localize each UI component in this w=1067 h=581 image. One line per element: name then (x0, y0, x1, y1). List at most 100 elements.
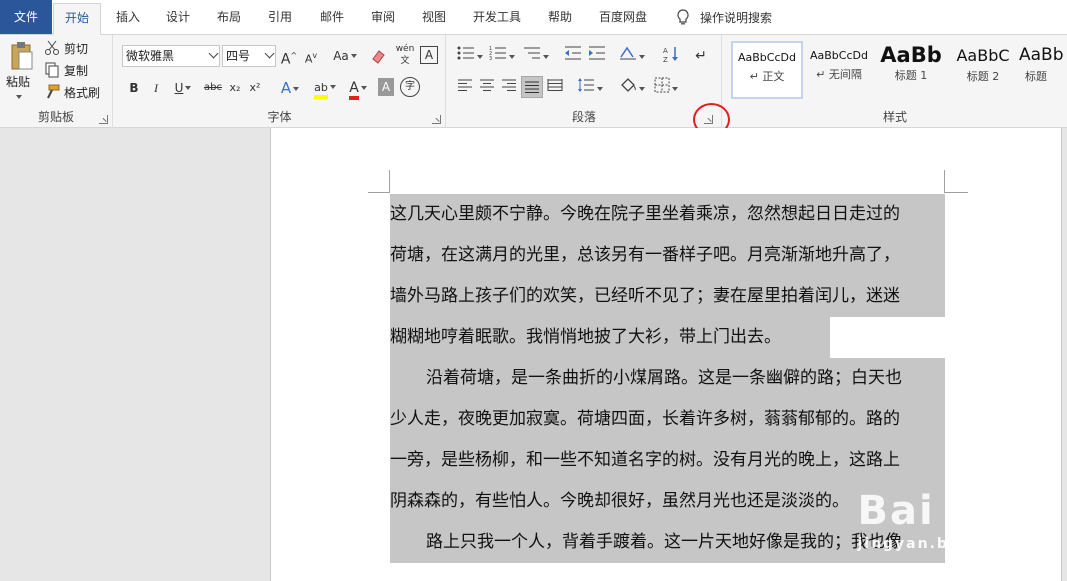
style-heading-1[interactable]: AaBb 标题 1 (875, 41, 947, 99)
character-border-button[interactable]: A (420, 46, 438, 64)
text-line: 少人走，夜晚更加寂寞。荷塘四面，长着许多树，蓊蓊郁郁的。路的 (390, 399, 945, 440)
ribbon-home: 粘贴 剪切 复制 格式刷 剪贴板 微软雅黑 四号 A^ Av Aa wén 文 A… (0, 35, 1067, 128)
line-spacing-button[interactable] (575, 77, 605, 99)
align-center-button[interactable] (477, 77, 497, 99)
change-case-icon: Aa (333, 49, 349, 63)
chinese-layout-button[interactable] (617, 45, 647, 67)
highlight-button[interactable]: ab (310, 77, 340, 99)
clear-formatting-icon[interactable] (370, 47, 388, 65)
format-painter-button[interactable]: 格式刷 (44, 83, 100, 103)
style-title[interactable]: AaBb 标题 (1019, 41, 1067, 99)
shrink-font-button[interactable]: Av (302, 45, 320, 67)
tab-design[interactable]: 设计 (156, 3, 200, 31)
style-sample: AaBb (880, 43, 942, 67)
style-no-spacing[interactable]: AaBbCcDd ↵ 无间隔 (803, 41, 875, 99)
font-color-button[interactable]: A (344, 77, 372, 100)
crop-mark (944, 170, 945, 192)
paste-button[interactable]: 粘贴 (6, 73, 30, 104)
crop-mark (368, 192, 390, 193)
change-case-button[interactable]: Aa (330, 45, 360, 67)
subscript-button[interactable]: x₂ (226, 77, 244, 99)
tab-references[interactable]: 引用 (258, 3, 302, 31)
tab-insert[interactable]: 插入 (106, 3, 150, 31)
tab-developer[interactable]: 开发工具 (464, 3, 530, 31)
shading-button[interactable] (617, 77, 647, 99)
format-painter-label: 格式刷 (64, 86, 101, 100)
align-right-button[interactable] (499, 77, 519, 99)
increase-indent-button[interactable] (587, 45, 607, 67)
chevron-down-icon (208, 48, 219, 59)
bold-button[interactable]: B (126, 77, 142, 99)
tab-baidu-netdisk[interactable]: 百度网盘 (590, 3, 656, 31)
multilevel-list-button[interactable] (521, 45, 551, 67)
cut-button[interactable]: 剪切 (44, 39, 88, 59)
increase-indent-icon (589, 46, 605, 60)
text-line: 荷塘，在这满月的光里，总该另有一番样子吧。月亮渐渐地升高了， (390, 235, 945, 276)
copy-button[interactable]: 复制 (44, 61, 88, 81)
strikethrough-button[interactable]: abc (202, 77, 224, 99)
italic-button[interactable]: I (148, 77, 164, 99)
grow-font-button[interactable]: A^ (280, 45, 298, 68)
clipboard-launcher-icon[interactable] (99, 115, 108, 124)
text-line: 沿着荷塘，是一条曲折的小煤屑路。这是一条幽僻的路；白天也 (390, 358, 945, 399)
style-name: 标题 (1025, 70, 1047, 83)
font-size-combo[interactable]: 四号 (222, 45, 276, 67)
tab-layout[interactable]: 布局 (207, 3, 251, 31)
enclose-characters-button[interactable]: 字 (400, 77, 420, 97)
style-name: ↵ 无间隔 (816, 68, 862, 81)
show-hide-marks-button[interactable]: ↵ (691, 45, 711, 67)
group-clipboard: 粘贴 剪切 复制 格式刷 剪贴板 (0, 35, 113, 128)
font-launcher-icon[interactable] (432, 115, 441, 124)
tab-review[interactable]: 审阅 (361, 3, 405, 31)
numbering-button[interactable]: 123 (487, 45, 517, 67)
tab-view[interactable]: 视图 (412, 3, 456, 31)
text-line: 糊糊地哼着眠歌。我悄悄地披了大衫，带上门出去。 (390, 317, 945, 358)
watermark-url: jingyan.baidu.com (857, 536, 1037, 552)
tab-help[interactable]: 帮助 (538, 3, 582, 31)
text-effects-icon: A (280, 79, 292, 97)
line-spacing-icon (578, 78, 594, 92)
paste-icon[interactable] (10, 41, 34, 71)
align-left-icon (458, 79, 472, 91)
svg-text:3: 3 (489, 56, 492, 61)
tell-me-search[interactable]: 操作说明搜索 (676, 9, 772, 26)
font-name-combo[interactable]: 微软雅黑 (122, 45, 220, 67)
phonetic-guide-button[interactable]: wén 文 (394, 43, 416, 66)
copy-label: 复制 (64, 64, 89, 78)
superscript-button[interactable]: x² (246, 77, 264, 99)
svg-text:A: A (663, 47, 668, 55)
borders-icon (654, 77, 670, 93)
justify-icon (525, 81, 539, 93)
tab-home[interactable]: 开始 (53, 3, 101, 35)
group-label-paragraph: 段落 (571, 110, 596, 124)
distributed-button[interactable] (545, 77, 565, 99)
align-left-button[interactable] (455, 77, 475, 99)
bullets-button[interactable] (455, 45, 485, 67)
text-effects-button[interactable]: A (276, 77, 304, 99)
sort-button[interactable]: AZ (661, 45, 681, 67)
style-name: ↵ 正文 (749, 70, 785, 83)
decrease-indent-button[interactable] (563, 45, 583, 67)
style-heading-2[interactable]: AaBbC 标题 2 (947, 41, 1019, 99)
tab-file[interactable]: 文件 (0, 0, 52, 34)
style-name: 标题 2 (966, 70, 1000, 83)
style-sample: AaBbCcDd (738, 51, 796, 64)
decrease-indent-icon (565, 46, 581, 60)
group-font: 微软雅黑 四号 A^ Av Aa wén 文 A B I U abc x₂ x² … (114, 35, 446, 128)
distributed-icon (547, 79, 563, 91)
font-size-value: 四号 (226, 49, 251, 63)
underline-button[interactable]: U (170, 77, 196, 99)
style-normal[interactable]: AaBbCcDd ↵ 正文 (731, 41, 803, 99)
ribbon-tab-bar: 文件 开始 插入 设计 布局 引用 邮件 审阅 视图 开发工具 帮助 百度网盘 … (0, 0, 1067, 35)
justify-button[interactable] (521, 76, 543, 98)
baidu-watermark: Bai 经验 jingyan.baidu.com (857, 478, 1037, 552)
character-shading-button[interactable]: A (378, 78, 394, 96)
style-name: 标题 1 (894, 69, 928, 82)
svg-text:Z: Z (663, 56, 668, 63)
paragraph-mark-icon: ↵ (695, 48, 707, 64)
styles-gallery: AaBbCcDd ↵ 正文 AaBbCcDd ↵ 无间隔 AaBb 标题 1 A… (729, 41, 1067, 107)
tab-mailings[interactable]: 邮件 (310, 3, 354, 31)
text-line: 这几天心里颇不宁静。今晚在院子里坐着乘凉，忽然想起日日走过的 (390, 194, 945, 235)
paste-label: 粘贴 (6, 75, 31, 89)
borders-button[interactable] (651, 77, 681, 99)
